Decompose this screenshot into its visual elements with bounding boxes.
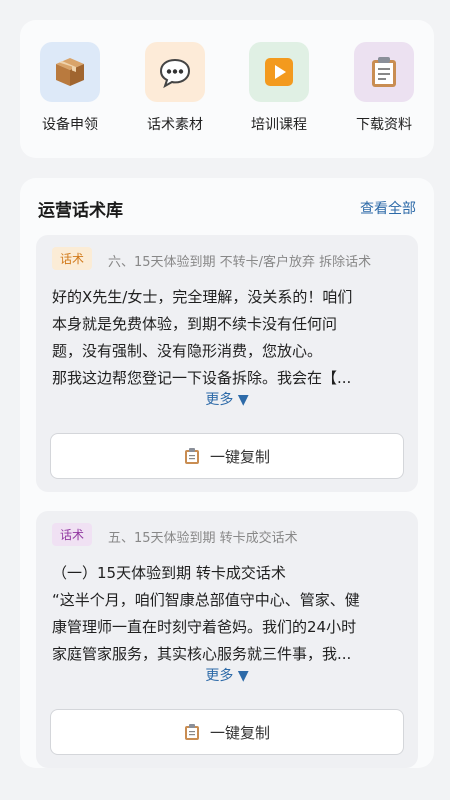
clipboard-icon: [184, 447, 200, 465]
package-icon: [40, 42, 100, 102]
copy-button[interactable]: 一键复制: [50, 433, 404, 479]
script-content: （一）15天体验到期 转卡成交话术 “这半个月，咱们智康总部值守中心、管家、健 …: [52, 564, 360, 663]
script-item: 话术 六、15天体验到期 不转卡/客户放弃 拆除话术 好的X先生/女士，完全理解…: [36, 235, 418, 492]
copy-button-label: 一键复制: [209, 447, 270, 466]
script-library-card: 运营话术库 查看全部 话术 六、15天体验到期 不转卡/客户放弃 拆除话术 好的…: [20, 178, 434, 768]
copy-button-label: 一键复制: [209, 723, 270, 742]
quick-actions-card: 设备申领 话术素材 培训课程 下载资料: [20, 20, 434, 158]
script-tag: 话术: [52, 523, 93, 546]
quick-action-training[interactable]: 培训课程: [234, 42, 324, 134]
play-icon: [249, 42, 309, 102]
quick-action-label: 培训课程: [251, 117, 307, 133]
view-all-link[interactable]: 查看全部: [360, 198, 416, 218]
quick-action-label: 下载资料: [356, 117, 412, 133]
script-tag: 话术: [52, 247, 93, 270]
clipboard-icon: [354, 42, 414, 102]
script-meta: 五、15天体验到期 转卡成交话术: [108, 531, 298, 546]
quick-action-device-apply[interactable]: 设备申领: [25, 42, 115, 134]
script-item: 话术 五、15天体验到期 转卡成交话术 （一）15天体验到期 转卡成交话术 “这…: [36, 511, 418, 768]
section-title: 运营话术库: [38, 201, 123, 221]
clipboard-icon: [184, 723, 200, 741]
quick-action-download[interactable]: 下载资料: [339, 42, 429, 134]
script-meta: 六、15天体验到期 不转卡/客户放弃 拆除话术: [108, 255, 372, 270]
quick-action-label: 设备申领: [42, 117, 98, 133]
copy-button[interactable]: 一键复制: [50, 709, 404, 755]
speech-bubble-icon: [145, 42, 205, 102]
quick-action-label: 话术素材: [147, 117, 203, 133]
more-toggle[interactable]: 更多 ▼: [36, 389, 418, 409]
quick-action-script-material[interactable]: 话术素材: [130, 42, 220, 134]
more-toggle[interactable]: 更多 ▼: [36, 665, 418, 685]
script-content: 好的X先生/女士，完全理解，没关系的！咱们 本身就是免费体验，到期不续卡没有任何…: [52, 288, 353, 387]
